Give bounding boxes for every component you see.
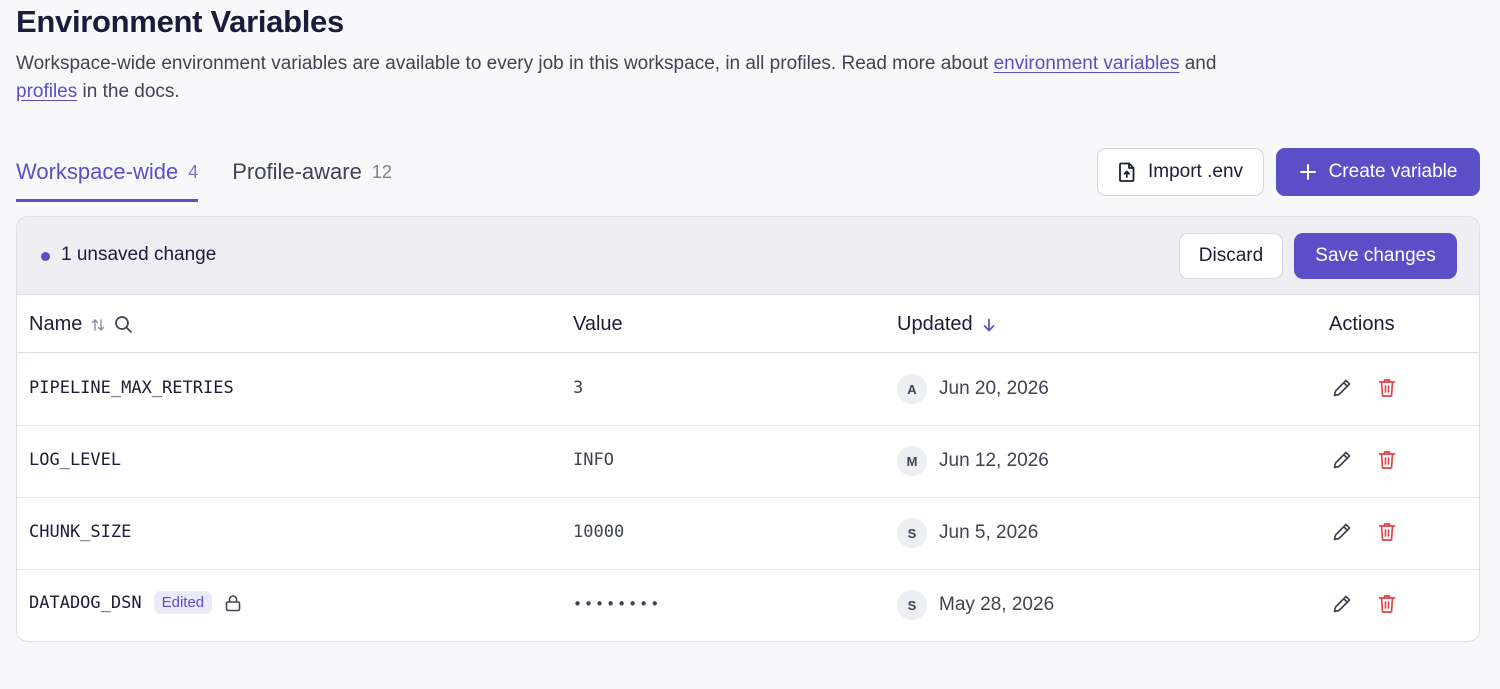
updated-cell: S Jun 5, 2026 xyxy=(897,518,1038,548)
env-variables-docs-link[interactable]: environment variables xyxy=(994,53,1180,74)
discard-label: Discard xyxy=(1198,245,1264,266)
avatar: A xyxy=(897,374,927,404)
unsaved-changes-bar: 1 unsaved change Discard Save changes xyxy=(17,217,1479,295)
tab-count: 4 xyxy=(188,162,199,182)
tab-workspace-wide[interactable]: Workspace-wide 4 xyxy=(16,150,199,202)
variable-name: DATADOG_DSN xyxy=(29,592,142,613)
column-header-name: Name xyxy=(29,313,133,336)
edit-icon[interactable] xyxy=(1331,449,1353,471)
column-header-updated[interactable]: Updated xyxy=(897,313,997,336)
profiles-docs-link[interactable]: profiles xyxy=(16,81,77,102)
import-env-label: Import .env xyxy=(1147,161,1244,182)
lock-icon xyxy=(224,594,242,612)
variable-name: CHUNK_SIZE xyxy=(29,522,132,542)
file-upload-icon xyxy=(1118,162,1136,182)
create-variable-button[interactable]: Create variable xyxy=(1276,148,1480,196)
column-header-value: Value xyxy=(573,313,623,335)
sort-icon[interactable] xyxy=(90,317,106,333)
variables-card: 1 unsaved change Discard Save changes Na… xyxy=(16,216,1480,642)
updated-date: Jun 12, 2026 xyxy=(939,450,1049,471)
unsaved-changes-text: 1 unsaved change xyxy=(61,244,217,265)
tab-label: Workspace-wide xyxy=(16,159,179,184)
edit-icon[interactable] xyxy=(1331,521,1353,543)
masked-secret-value: •••••••• xyxy=(573,595,662,613)
trash-icon[interactable] xyxy=(1377,593,1397,615)
discard-button[interactable]: Discard xyxy=(1179,233,1283,279)
variable-value: 3 xyxy=(573,378,584,398)
trash-icon[interactable] xyxy=(1377,521,1397,543)
unsaved-indicator-dot xyxy=(41,252,50,261)
tab-count: 12 xyxy=(371,162,392,182)
description-text: and xyxy=(1179,53,1217,74)
variable-name-cell: DATADOG_DSN Edited xyxy=(29,591,242,614)
import-env-button[interactable]: Import .env xyxy=(1097,148,1264,196)
edit-icon[interactable] xyxy=(1331,593,1353,615)
updated-date: Jun 5, 2026 xyxy=(939,522,1039,543)
plus-icon xyxy=(1299,163,1317,181)
avatar: S xyxy=(897,518,927,548)
create-variable-label: Create variable xyxy=(1328,161,1458,182)
variable-value: 10000 xyxy=(573,522,625,542)
variable-value: INFO xyxy=(573,450,614,470)
variable-name: LOG_LEVEL xyxy=(29,450,122,470)
table-row: CHUNK_SIZE 10000 S Jun 5, 2026 xyxy=(17,498,1479,570)
edit-icon[interactable] xyxy=(1331,377,1353,399)
updated-cell: A Jun 20, 2026 xyxy=(897,374,1049,404)
tab-bar: Workspace-wide 4 Profile-aware 12 xyxy=(16,150,426,202)
edited-badge: Edited xyxy=(153,591,213,614)
updated-date: May 28, 2026 xyxy=(939,594,1055,615)
avatar: M xyxy=(897,446,927,476)
variable-name: PIPELINE_MAX_RETRIES xyxy=(29,378,234,398)
updated-cell: M Jun 12, 2026 xyxy=(897,446,1049,476)
page-description: Workspace-wide environment variables are… xyxy=(16,50,1296,106)
column-header-label: Updated xyxy=(897,313,973,335)
tab-profile-aware[interactable]: Profile-aware 12 xyxy=(232,150,392,202)
table-row: LOG_LEVEL INFO M Jun 12, 2026 xyxy=(17,426,1479,498)
column-header-actions: Actions xyxy=(1329,313,1395,335)
save-changes-label: Save changes xyxy=(1315,245,1436,266)
arrow-down-icon xyxy=(981,317,997,333)
table-header: Name Value Updated Actions xyxy=(17,296,1479,353)
updated-date: Jun 20, 2026 xyxy=(939,378,1049,399)
updated-cell: S May 28, 2026 xyxy=(897,590,1054,620)
column-header-label: Name xyxy=(29,313,83,335)
tab-label: Profile-aware xyxy=(232,159,362,184)
search-icon[interactable] xyxy=(114,315,133,334)
trash-icon[interactable] xyxy=(1377,377,1397,399)
description-text: in the docs. xyxy=(77,81,180,102)
table-row: PIPELINE_MAX_RETRIES 3 A Jun 20, 2026 xyxy=(17,354,1479,426)
page-title: Environment Variables xyxy=(16,4,344,39)
table-row: DATADOG_DSN Edited •••••••• S May 28, 20… xyxy=(17,570,1479,641)
trash-icon[interactable] xyxy=(1377,449,1397,471)
avatar: S xyxy=(897,590,927,620)
save-changes-button[interactable]: Save changes xyxy=(1294,233,1457,279)
description-text: Workspace-wide environment variables are… xyxy=(16,53,994,74)
